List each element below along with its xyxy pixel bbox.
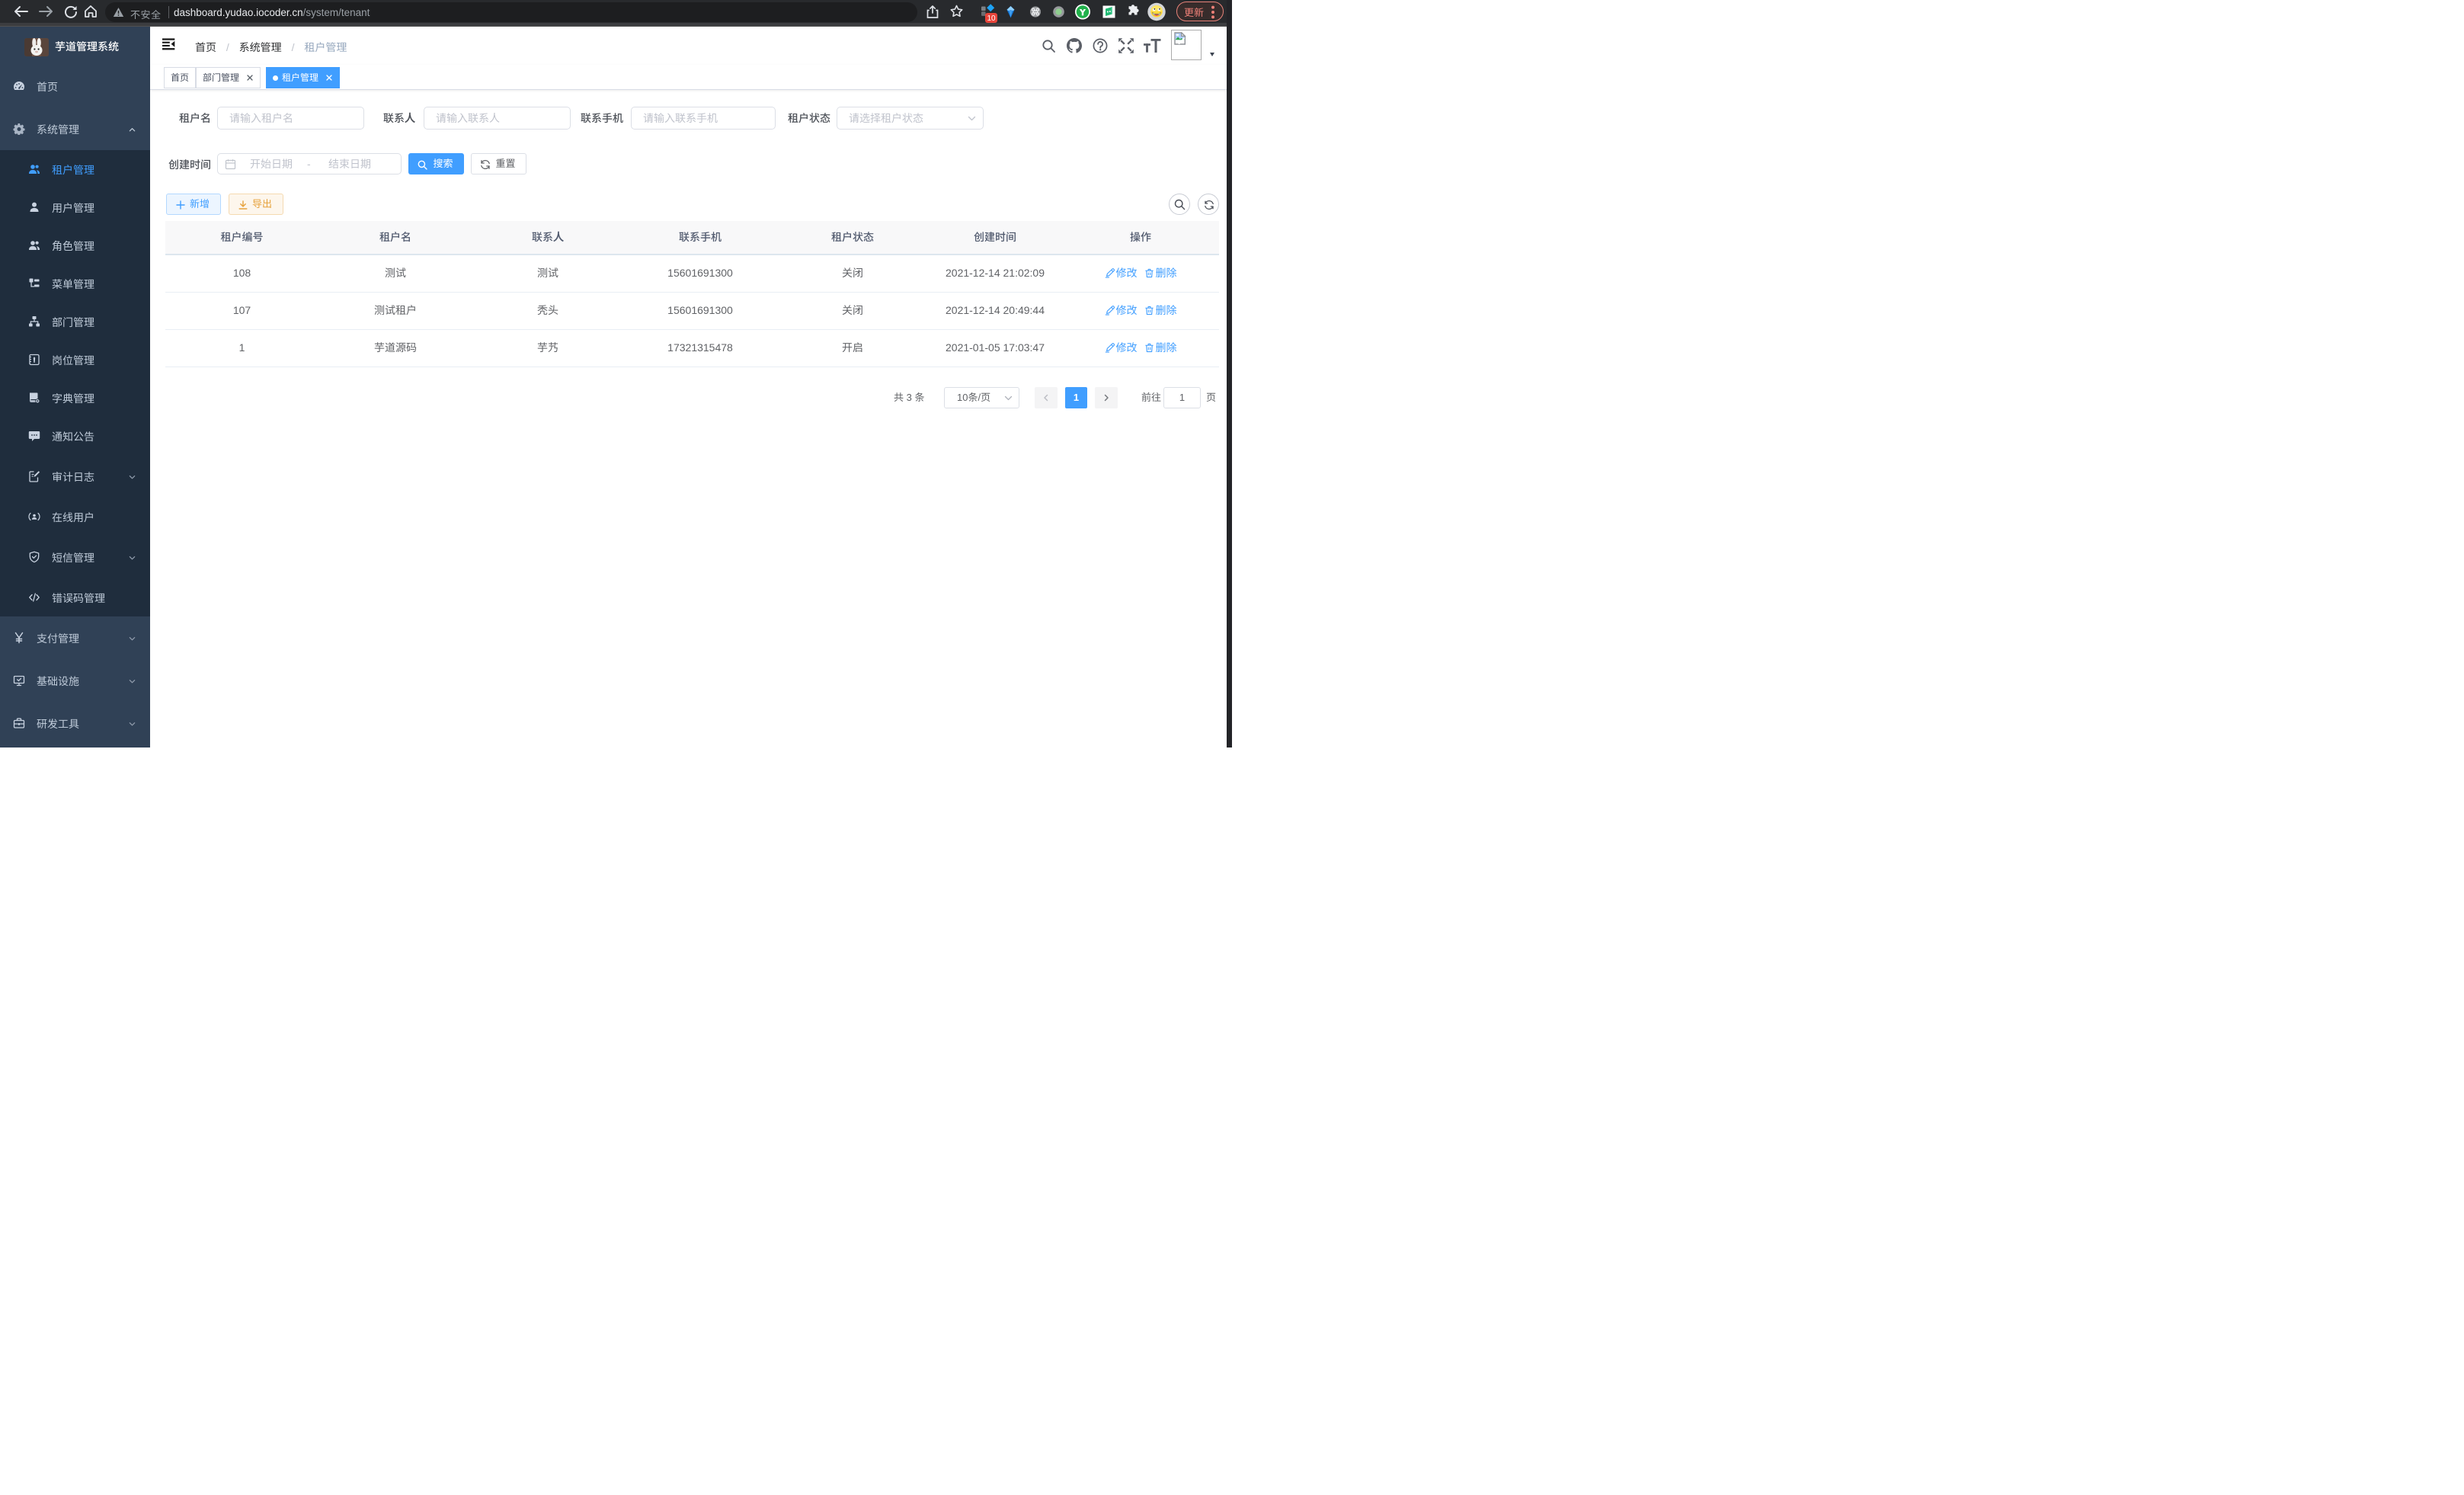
svg-text:10: 10: [987, 14, 996, 23]
